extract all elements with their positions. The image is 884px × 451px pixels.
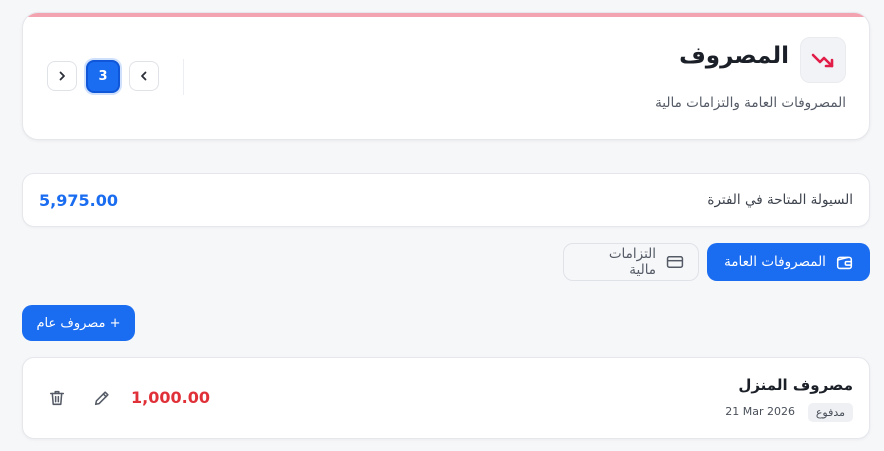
tab-general-expenses-label: المصروفات العامة [724, 254, 826, 270]
pager-current-page[interactable]: 3 [86, 60, 120, 93]
add-general-expense-button[interactable]: + مصروف عام [22, 305, 135, 341]
expense-date: 21 Mar 2026 [725, 405, 795, 418]
balance-card: السيولة المتاحة في الفترة 5,975.00 [22, 173, 870, 227]
tab-financial-obligations[interactable]: التزامات مالية [563, 243, 699, 281]
credit-card-icon [666, 256, 684, 268]
header-accent-bar [23, 13, 869, 17]
expense-item: مصروف المنزل مدفوع 21 Mar 2026 1,000.00 [22, 357, 870, 439]
delete-expense-button[interactable] [46, 387, 68, 409]
balance-label: السيولة المتاحة في الفترة [707, 192, 853, 208]
header-card: المصروف المصروفات العامة والتزامات مالية… [22, 12, 870, 140]
expense-title: مصروف المنزل [738, 376, 853, 394]
page-title: المصروف [679, 43, 789, 69]
expense-amount: 1,000.00 [131, 388, 210, 407]
chevron-right-icon [59, 71, 65, 81]
trash-icon [49, 390, 65, 406]
pager-next-button[interactable] [129, 61, 159, 91]
pager-prev-button[interactable] [47, 61, 77, 91]
balance-value: 5,975.00 [39, 191, 118, 210]
chevron-left-icon [141, 71, 147, 81]
pencil-icon [94, 391, 109, 406]
tab-general-expenses[interactable]: المصروفات العامة [707, 243, 870, 281]
edit-expense-button[interactable] [91, 387, 113, 409]
header-divider [183, 59, 184, 95]
trending-down-icon [800, 37, 846, 83]
tab-financial-obligations-label: التزامات مالية [608, 246, 657, 278]
wallet-icon [836, 256, 853, 269]
status-badge: مدفوع [807, 403, 853, 422]
page-subtitle: المصروفات العامة والتزامات مالية [655, 95, 846, 111]
